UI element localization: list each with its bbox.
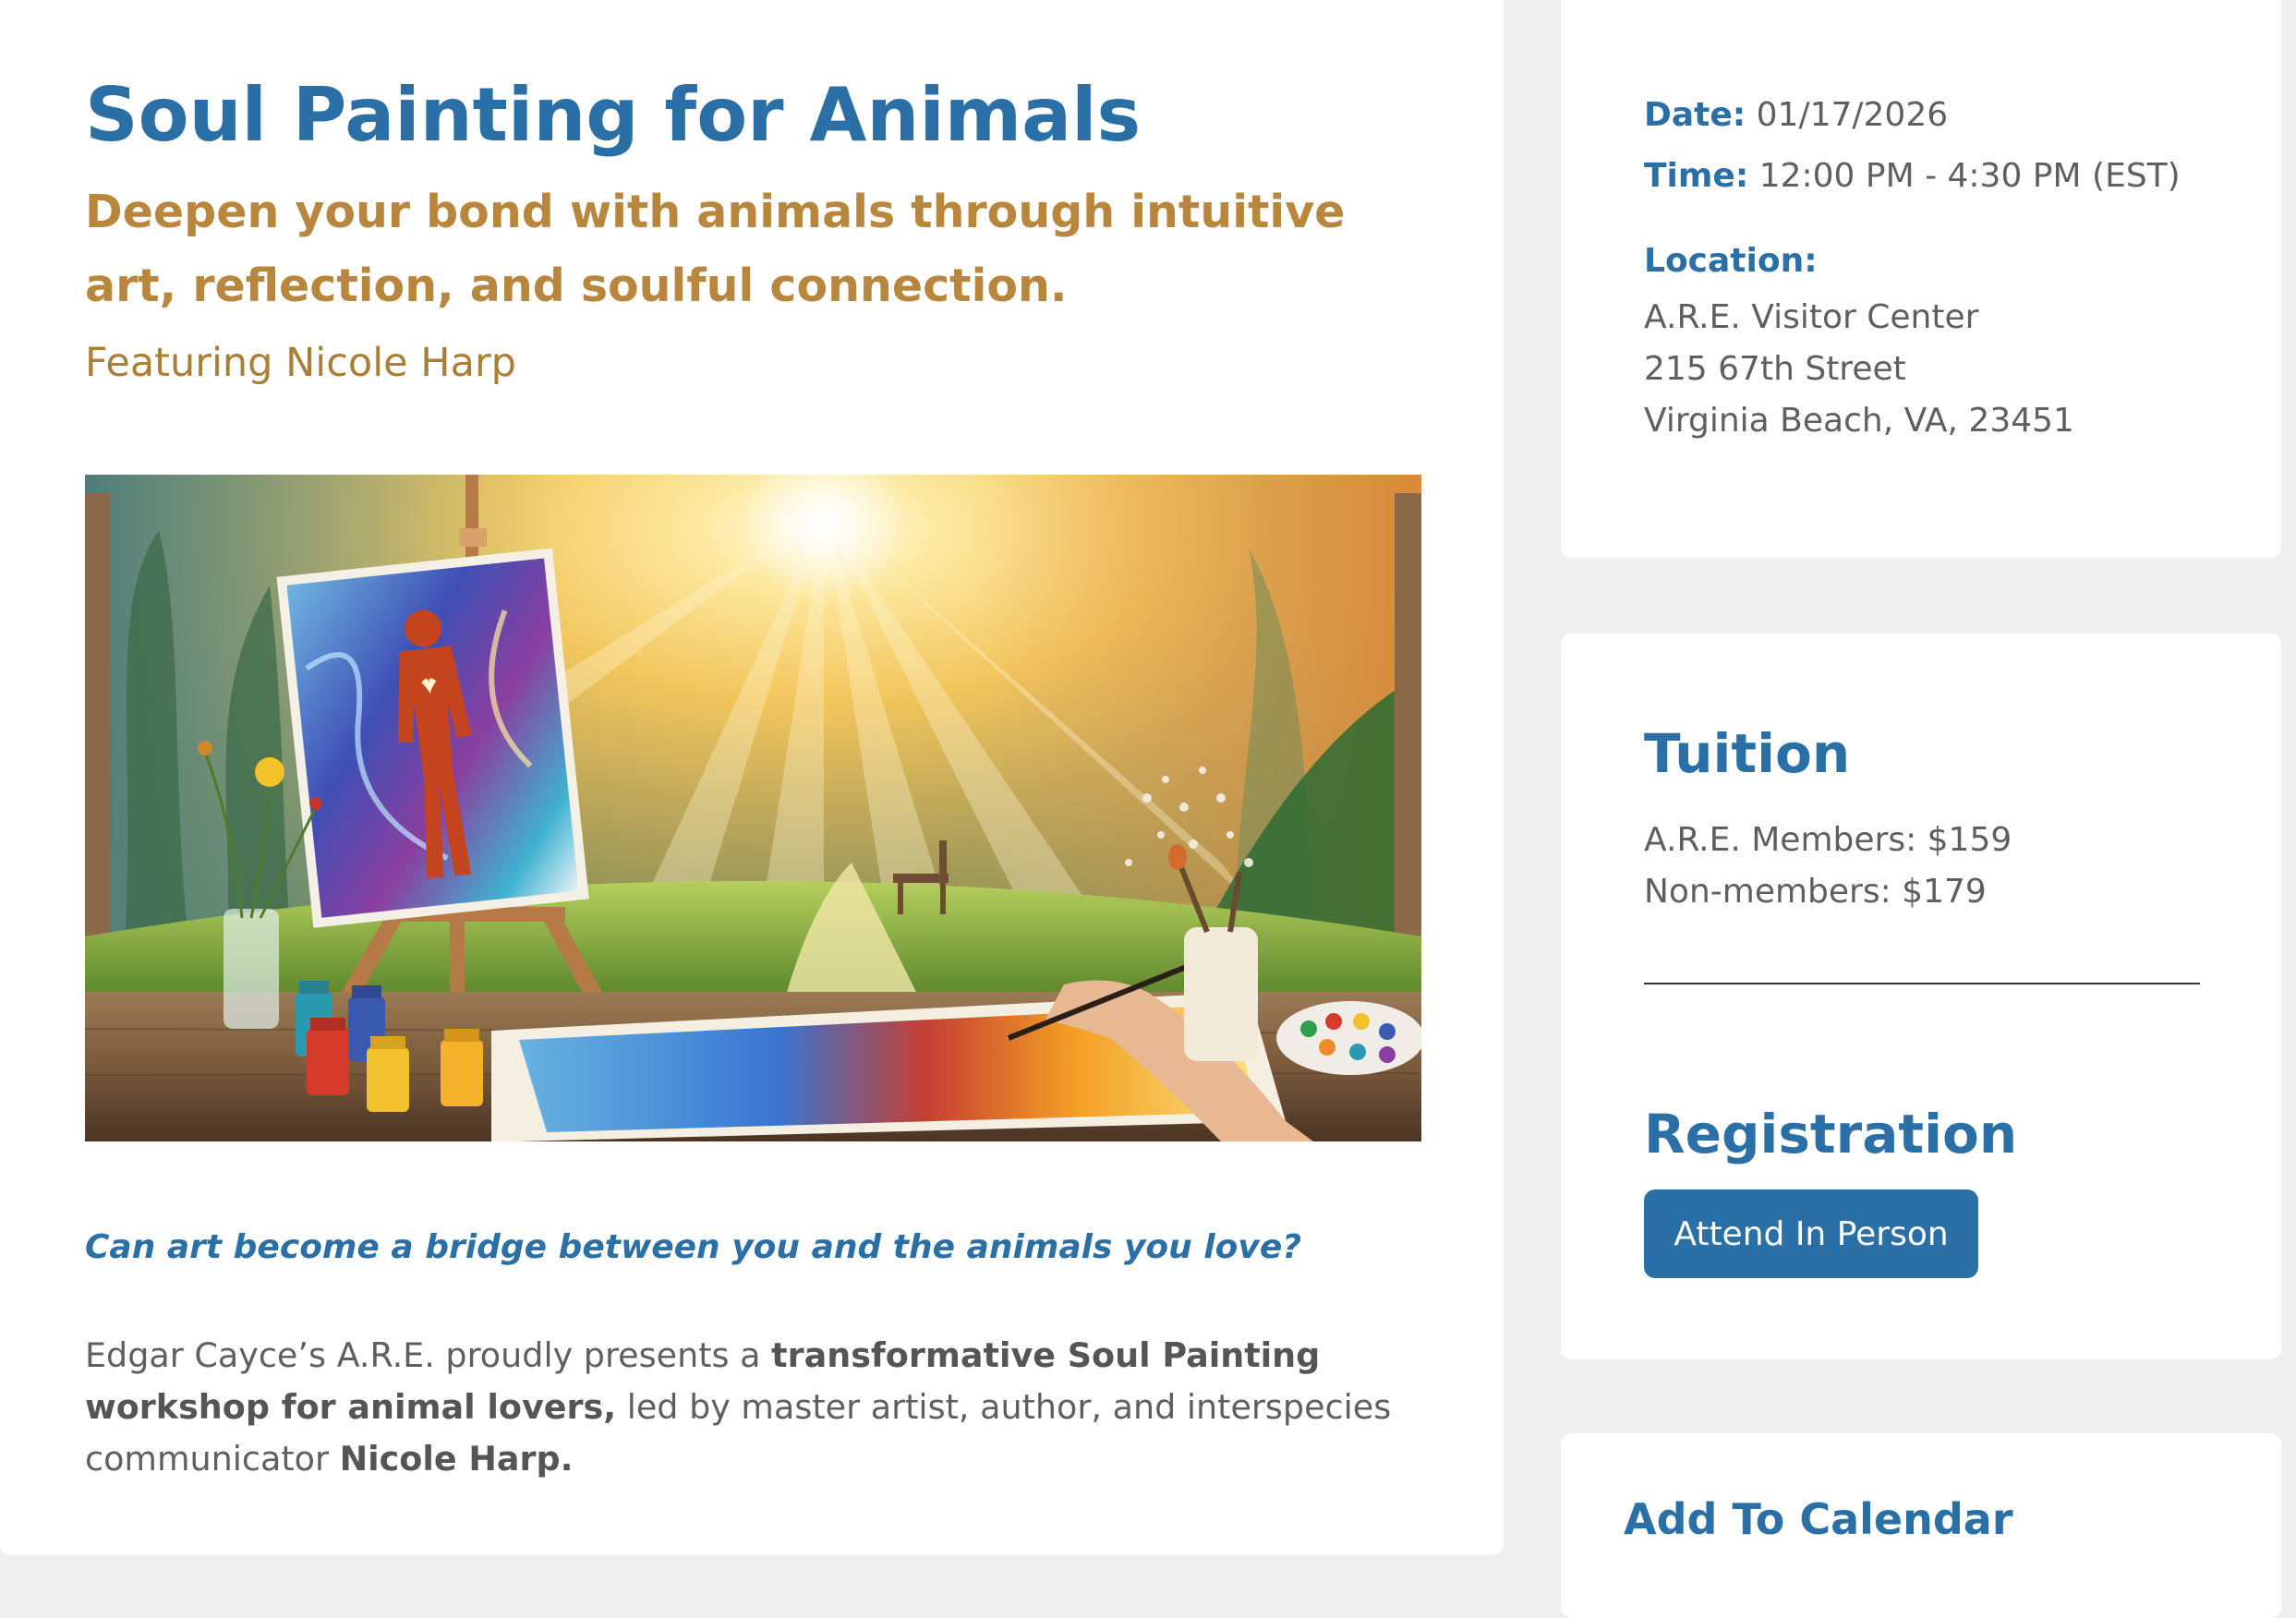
address-line: A.R.E. Visitor Center xyxy=(1644,298,1979,336)
date-row: Date: 01/17/2026 xyxy=(1644,96,1948,134)
date-label: Date: xyxy=(1644,96,1746,134)
add-to-calendar-link[interactable]: Add To Calendar xyxy=(1624,1494,2013,1544)
non-member-price: Non-members: $179 xyxy=(1644,873,1987,911)
location-address: A.R.E. Visitor Center 215 67th Street Vi… xyxy=(1644,292,2074,447)
date-value: 01/17/2026 xyxy=(1756,96,1949,134)
time-row: Time: 12:00 PM - 4:30 PM (EST) xyxy=(1644,157,2181,195)
address-line: 215 67th Street xyxy=(1644,350,1906,388)
intro-text-1: Edgar Cayce’s A.R.E. proudly presents a xyxy=(85,1335,772,1375)
add-to-calendar-card: Add To Calendar xyxy=(1561,1433,2281,1618)
event-title: Soul Painting for Animals xyxy=(85,72,1142,158)
tuition-heading: Tuition xyxy=(1644,722,1851,785)
tuition-prices: A.R.E. Members: $159 Non-members: $179 xyxy=(1644,815,2012,918)
address-line: Virginia Beach, VA, 23451 xyxy=(1644,402,2074,440)
intro-question: Can art become a bridge between you and … xyxy=(85,1228,1302,1266)
location-label: Location: xyxy=(1644,242,1818,280)
time-value: 12:00 PM - 4:30 PM (EST) xyxy=(1758,157,2181,195)
registration-heading: Registration xyxy=(1644,1103,2018,1165)
intro-bold-presenter: Nicole Harp. xyxy=(339,1439,574,1479)
event-details-card: Date: 01/17/2026 Time: 12:00 PM - 4:30 P… xyxy=(1561,0,2281,558)
tuition-registration-card: Tuition A.R.E. Members: $159 Non-members… xyxy=(1561,634,2281,1359)
section-divider xyxy=(1644,983,2200,984)
member-price: A.R.E. Members: $159 xyxy=(1644,821,2012,859)
event-main-card: Soul Painting for Animals Deepen your bo… xyxy=(0,0,1504,1555)
attend-in-person-button[interactable]: Attend In Person xyxy=(1644,1189,1978,1278)
hero-image xyxy=(85,475,1421,1141)
event-subtitle: Deepen your bond with animals through in… xyxy=(85,186,1346,312)
intro-paragraph: Edgar Cayce’s A.R.E. proudly presents a … xyxy=(85,1330,1433,1485)
featuring-presenter: Featuring Nicole Harp xyxy=(85,340,516,386)
time-label: Time: xyxy=(1644,157,1749,195)
